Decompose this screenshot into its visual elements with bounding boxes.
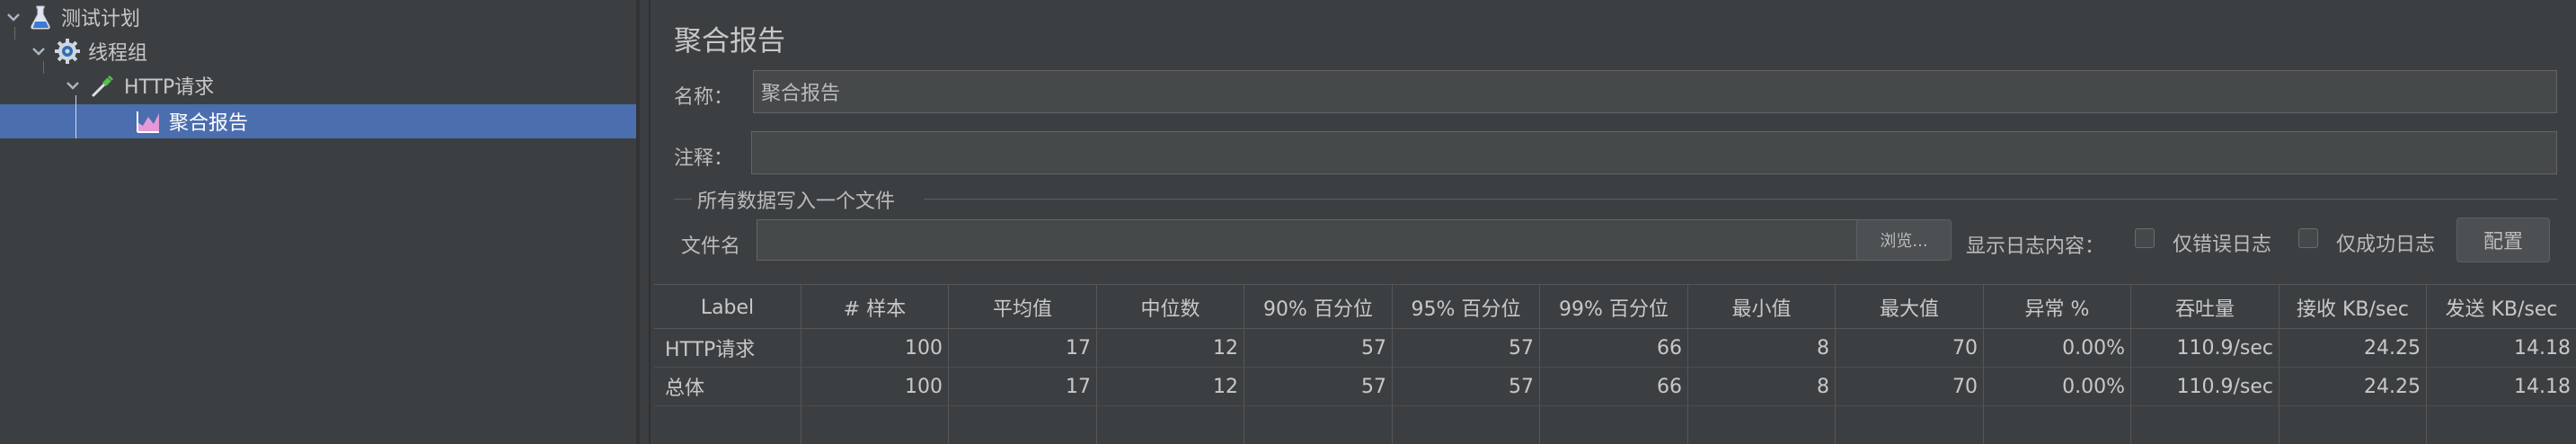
chevron-down-icon[interactable]: [31, 43, 47, 59]
table-cell: 0.00%: [1984, 329, 2131, 368]
empty-column: [1540, 406, 1688, 444]
table-empty-area: [654, 406, 2576, 444]
empty-column: [2131, 406, 2279, 444]
table-cell: 110.9/sec: [2131, 329, 2279, 368]
table-cell: 70: [1836, 329, 1984, 368]
column-header[interactable]: 异常 %: [1984, 285, 2131, 330]
tree-guide-line: [43, 61, 44, 74]
column-header[interactable]: 最小值: [1688, 285, 1836, 330]
name-label: 名称：: [674, 86, 734, 109]
page-title: 聚合报告: [674, 25, 785, 58]
fieldset-border: [924, 199, 2557, 200]
empty-column: [1836, 406, 1984, 444]
column-header[interactable]: 95% 百分位: [1393, 285, 1540, 330]
graph-icon: [135, 108, 162, 135]
tree-item-aggregate-report[interactable]: 聚合报告: [0, 104, 636, 138]
chevron-down-icon[interactable]: [65, 77, 81, 93]
tree-item-http-request[interactable]: HTTP请求: [58, 68, 214, 102]
column-header[interactable]: 90% 百分位: [1244, 285, 1393, 330]
tree-item-label: 聚合报告: [169, 112, 249, 135]
fieldset-border: [674, 199, 692, 200]
table-cell: 8: [1688, 329, 1836, 368]
table-cell: 24.25: [2279, 329, 2427, 368]
empty-column: [1984, 406, 2131, 444]
table-cell: 100: [801, 368, 949, 406]
errors-only-checkbox[interactable]: [2135, 228, 2155, 248]
column-header[interactable]: 发送 KB/sec: [2427, 285, 2576, 330]
tree-guide-line: [75, 95, 76, 138]
column-header[interactable]: 平均值: [949, 285, 1097, 330]
flask-icon: [27, 4, 54, 31]
table-cell: 110.9/sec: [2131, 368, 2279, 406]
column-header[interactable]: 中位数: [1097, 285, 1244, 330]
table-cell: 14.18: [2427, 329, 2576, 368]
table-cell: 57: [1393, 329, 1540, 368]
gear-icon: [54, 38, 81, 65]
table-cell: HTTP请求: [654, 329, 801, 368]
empty-column: [1393, 406, 1540, 444]
filename-label: 文件名: [681, 235, 741, 258]
table-cell: 66: [1540, 368, 1688, 406]
jmeter-window: 测试计划 线程组 HTTP请求 聚合报告 聚合报告 名称： 聚合报告 注释： 所…: [0, 0, 2576, 444]
table-row[interactable]: HTTP请求 100 17 12 57 57 66 8 70 0.00% 110…: [654, 329, 2576, 368]
tree-item-label: HTTP请求: [124, 76, 215, 99]
split-divider[interactable]: [636, 0, 640, 444]
column-header[interactable]: 99% 百分位: [1540, 285, 1688, 330]
chevron-down-icon[interactable]: [5, 9, 22, 25]
table-cell: 0.00%: [1984, 368, 2131, 406]
column-header[interactable]: Label: [654, 285, 801, 330]
empty-column: [654, 406, 801, 444]
tree-item-test-plan[interactable]: 测试计划: [0, 0, 140, 34]
empty-column: [949, 406, 1097, 444]
log-display-label: 显示日志内容：: [1966, 235, 2105, 258]
column-header[interactable]: 接收 KB/sec: [2279, 285, 2427, 330]
empty-column: [1688, 406, 1836, 444]
fieldset-legend: 所有数据写入一个文件: [697, 191, 896, 213]
column-header[interactable]: 吞吐量: [2131, 285, 2279, 330]
comment-field[interactable]: [751, 131, 2557, 174]
table-cell: 17: [949, 329, 1097, 368]
name-field-value: 聚合报告: [761, 83, 841, 105]
table-cell: 57: [1244, 368, 1393, 406]
empty-column: [1244, 406, 1393, 444]
table-cell: 12: [1097, 329, 1244, 368]
table-cell: 100: [801, 329, 949, 368]
table-header: Label # 样本 平均值 中位数 90% 百分位 95% 百分位 99% 百…: [654, 284, 2576, 330]
table-cell: 17: [949, 368, 1097, 406]
browse-button[interactable]: 浏览...: [1856, 219, 1952, 261]
filename-input[interactable]: [757, 219, 1863, 261]
name-field[interactable]: 聚合报告: [753, 70, 2557, 113]
pipette-icon: [90, 72, 117, 99]
tree-item-label: 测试计划: [61, 8, 141, 31]
table-row[interactable]: 总体 100 17 12 57 57 66 8 70 0.00% 110.9/s…: [654, 368, 2576, 406]
tree-item-label: 线程组: [88, 42, 148, 65]
comment-label: 注释：: [674, 147, 734, 170]
column-header[interactable]: 最大值: [1836, 285, 1984, 330]
table-cell: 57: [1393, 368, 1540, 406]
empty-column: [1097, 406, 1244, 444]
panel-border: [649, 0, 651, 444]
table-cell: 总体: [654, 368, 801, 406]
empty-column: [801, 406, 949, 444]
errors-only-label: 仅错误日志: [2173, 234, 2272, 256]
table-cell: 70: [1836, 368, 1984, 406]
table-cell: 8: [1688, 368, 1836, 406]
tree-guide-line: [14, 27, 15, 40]
table-cell: 14.18: [2427, 368, 2576, 406]
configure-button[interactable]: 配置: [2456, 218, 2550, 262]
column-header[interactable]: # 样本: [801, 285, 949, 330]
table-cell: 57: [1244, 329, 1393, 368]
aggregate-report-panel: 聚合报告 名称： 聚合报告 注释： 所有数据写入一个文件 文件名 浏览... 显…: [654, 0, 2576, 444]
empty-column: [2279, 406, 2427, 444]
success-only-label: 仅成功日志: [2336, 234, 2436, 256]
table-cell: 24.25: [2279, 368, 2427, 406]
table-cell: 12: [1097, 368, 1244, 406]
success-only-checkbox[interactable]: [2298, 228, 2318, 248]
table-cell: 66: [1540, 329, 1688, 368]
test-plan-tree: 测试计划 线程组 HTTP请求 聚合报告: [0, 0, 636, 444]
